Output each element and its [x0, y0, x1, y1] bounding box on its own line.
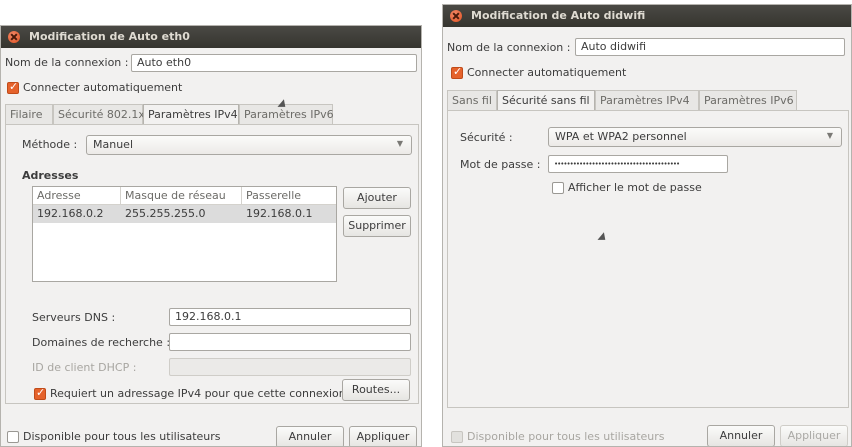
security-value: WPA et WPA2 personnel — [555, 130, 687, 143]
require-ipv4-checkbox[interactable] — [34, 386, 46, 400]
auto-connect-checkbox[interactable] — [7, 80, 19, 94]
dns-servers-label: Serveurs DNS : — [32, 311, 116, 324]
dhcp-client-id-label: ID de client DHCP : — [32, 361, 137, 374]
apply-button[interactable]: Appliquer — [349, 426, 417, 446]
available-all-users-checkbox — [451, 431, 463, 443]
ipv4-settings-panel: Méthode : Manuel ▼ Adresses Adresse Masq… — [5, 124, 419, 404]
table-cell-netmask: 255.255.255.0 — [125, 207, 206, 220]
show-password-checkbox[interactable] — [552, 182, 564, 194]
auto-connect-checkbox[interactable] — [451, 65, 463, 79]
column-header-gateway[interactable]: Passerelle — [242, 187, 336, 205]
available-all-users-checkbox[interactable] — [7, 431, 19, 443]
cancel-button[interactable]: Annuler — [707, 425, 775, 446]
chevron-down-icon: ▼ — [826, 131, 833, 140]
window-titlebar[interactable]: Modification de Auto didwifi — [443, 5, 851, 27]
tab-wireless-security[interactable]: Sécurité sans fil — [497, 90, 595, 111]
edit-connection-window-eth0: Modification de Auto eth0 Nom de la conn… — [0, 25, 422, 447]
window-titlebar[interactable]: Modification de Auto eth0 — [1, 26, 421, 48]
connection-name-input[interactable]: Auto didwifi — [575, 38, 845, 56]
table-cell-address: 192.168.0.2 — [37, 207, 104, 220]
method-select[interactable]: Manuel ▼ — [86, 135, 412, 155]
cancel-button[interactable]: Annuler — [276, 426, 344, 446]
column-header-netmask[interactable]: Masque de réseau — [121, 187, 242, 205]
tab-bar: Filaire Sécurité 802.1x Paramètres IPv4 … — [5, 104, 419, 125]
table-cell-gateway: 192.168.0.1 — [246, 207, 313, 220]
auto-connect-label: Connecter automatiquement — [23, 81, 183, 94]
tab-ipv6-settings[interactable]: Paramètres IPv6 — [239, 104, 334, 124]
tab-bar: Sans fil Sécurité sans fil Paramètres IP… — [447, 90, 849, 111]
security-label: Sécurité : — [460, 131, 513, 144]
password-input[interactable]: •••••••••••••••••••••••••••••••••••••••• — [548, 155, 728, 173]
auto-connect-label: Connecter automatiquement — [467, 66, 627, 79]
column-header-address[interactable]: Adresse — [33, 187, 121, 205]
tab-wired[interactable]: Filaire — [5, 104, 53, 124]
tab-ipv6-settings[interactable]: Paramètres IPv6 — [699, 90, 797, 110]
show-password-label: Afficher le mot de passe — [568, 181, 702, 194]
tab-ipv4-settings[interactable]: Paramètres IPv4 — [143, 104, 239, 125]
search-domains-input[interactable] — [169, 333, 411, 351]
delete-address-button[interactable]: Supprimer — [343, 215, 411, 237]
chevron-down-icon: ▼ — [396, 139, 403, 148]
add-address-button[interactable]: Ajouter — [343, 187, 411, 209]
close-icon[interactable] — [8, 31, 20, 43]
window-title: Modification de Auto didwifi — [471, 9, 646, 22]
search-domains-label: Domaines de recherche : — [32, 336, 171, 349]
connection-name-label: Nom de la connexion : — [447, 41, 571, 54]
table-row[interactable]: 192.168.0.2 255.255.255.0 192.168.0.1 — [33, 205, 336, 223]
available-all-users-label: Disponible pour tous les utilisateurs — [23, 430, 221, 443]
addresses-heading: Adresses — [22, 169, 79, 182]
apply-button: Appliquer — [780, 425, 848, 446]
connection-name-input[interactable]: Auto eth0 — [131, 54, 417, 72]
security-select[interactable]: WPA et WPA2 personnel ▼ — [548, 127, 842, 147]
tab-ipv4-settings[interactable]: Paramètres IPv4 — [595, 90, 699, 110]
method-label: Méthode : — [22, 138, 78, 151]
available-all-users-label: Disponible pour tous les utilisateurs — [467, 430, 665, 443]
dhcp-client-id-input — [169, 358, 411, 376]
dns-servers-input[interactable]: 192.168.0.1 — [169, 308, 411, 326]
password-label: Mot de passe : — [460, 158, 541, 171]
tab-wireless[interactable]: Sans fil — [447, 90, 497, 110]
edit-connection-window-didwifi: Modification de Auto didwifi Nom de la c… — [442, 4, 852, 447]
method-value: Manuel — [93, 138, 133, 151]
close-icon[interactable] — [450, 10, 462, 22]
tab-8021x-security[interactable]: Sécurité 802.1x — [53, 104, 145, 124]
routes-button[interactable]: Routes... — [342, 379, 410, 401]
wireless-security-panel: Sécurité : WPA et WPA2 personnel ▼ Mot d… — [447, 110, 849, 408]
addresses-table[interactable]: Adresse Masque de réseau Passerelle 192.… — [32, 186, 337, 282]
window-title: Modification de Auto eth0 — [29, 30, 190, 43]
connection-name-label: Nom de la connexion : — [5, 56, 129, 69]
